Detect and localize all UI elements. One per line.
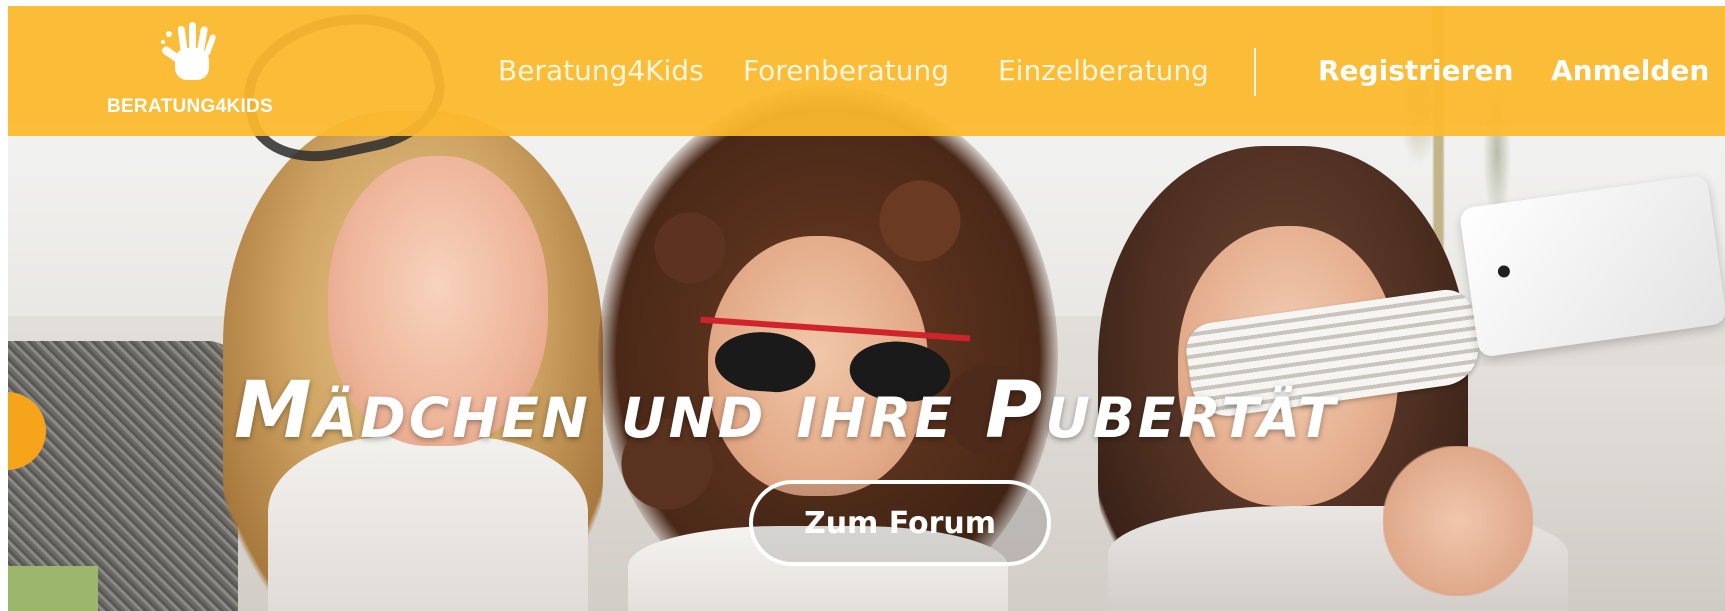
forum-button[interactable]: Zum Forum [749, 480, 1051, 566]
phone-camera [1497, 264, 1511, 279]
girl-right-hand [1383, 446, 1533, 596]
cushion [8, 566, 98, 611]
main-nav: Beratung4Kids Forenberatung Einzelberatu… [8, 6, 1725, 136]
nav-item-einzelberatung[interactable]: Einzelberatung [998, 54, 1209, 87]
hero-title: Mädchen und ihre Pubertät [234, 366, 1339, 456]
page: BERATUNG4KIDS Beratung4Kids Forenberatun… [8, 6, 1725, 611]
nav-item-beratung4kids[interactable]: Beratung4Kids [498, 54, 704, 87]
girl-left-shirt [268, 436, 588, 611]
login-link[interactable]: Anmelden [1551, 54, 1709, 87]
nav-item-forenberatung[interactable]: Forenberatung [743, 54, 949, 87]
nav-divider [1254, 48, 1256, 96]
register-link[interactable]: Registrieren [1318, 54, 1513, 87]
site-header: BERATUNG4KIDS Beratung4Kids Forenberatun… [8, 6, 1725, 136]
